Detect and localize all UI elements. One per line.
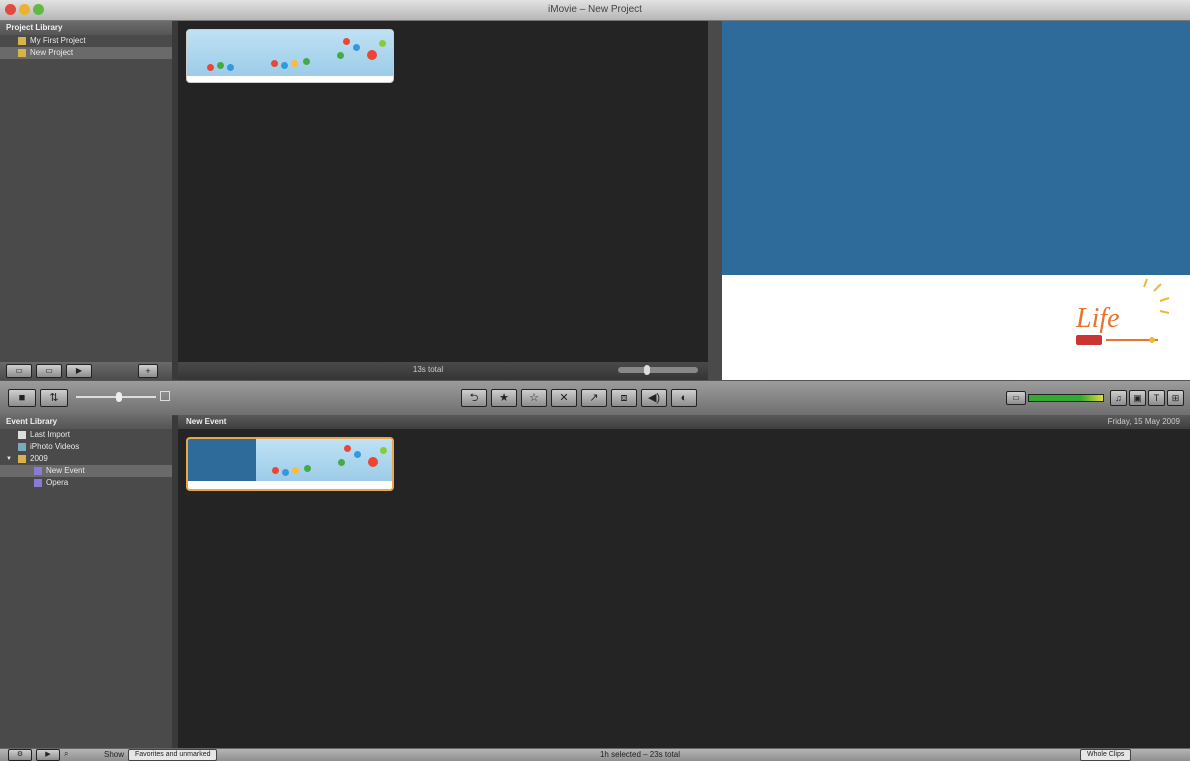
- project-library-footer: ▭ ▭ ▶ +: [0, 362, 172, 380]
- reject-icon[interactable]: ✕: [551, 389, 577, 407]
- window-title: iMovie – New Project: [548, 4, 642, 15]
- event-item-label: New Event: [46, 466, 85, 475]
- clip-frame: [324, 439, 392, 481]
- event-library-header: Event Library: [0, 415, 172, 429]
- project-action-button[interactable]: ▭: [6, 364, 32, 378]
- project-duration: 13s total: [412, 365, 444, 374]
- viewer: Life: [722, 21, 1190, 380]
- bottom-status-bar: ⚙ ▶ ⌕ Show Favorites and unmarked 1h sel…: [0, 748, 1190, 761]
- event-title: New Event: [186, 417, 227, 426]
- project-item-label: My First Project: [30, 36, 86, 45]
- event-clip-strip[interactable]: [186, 437, 394, 491]
- event-item[interactable]: Opera: [0, 477, 172, 489]
- title-browser-icon[interactable]: T: [1148, 390, 1165, 406]
- slider-knob[interactable]: [644, 365, 650, 375]
- life-logo: Life: [1075, 278, 1170, 345]
- camera-import-button[interactable]: ■: [8, 389, 36, 407]
- clip-frame: [256, 439, 325, 481]
- favorite-icon[interactable]: ★: [491, 389, 517, 407]
- project-item[interactable]: New Project: [0, 47, 172, 59]
- show-filter-select[interactable]: Favorites and unmarked: [128, 749, 218, 761]
- event-icon: [34, 466, 42, 475]
- music-browser-icon[interactable]: ♫: [1110, 390, 1127, 406]
- project-item-label: New Project: [30, 48, 74, 57]
- event-browser[interactable]: New Event Friday, 15 May 2009: [178, 415, 1190, 748]
- undo-icon[interactable]: ⮌: [461, 389, 487, 407]
- event-item-label: 2009: [30, 454, 48, 463]
- project-item[interactable]: My First Project: [0, 35, 172, 47]
- zoom-slider[interactable]: [76, 392, 156, 402]
- event-action-button[interactable]: ⚙: [8, 749, 32, 761]
- title-bar: iMovie – New Project: [0, 0, 1190, 21]
- event-icon: [34, 478, 42, 487]
- event-play-button[interactable]: ▶: [36, 749, 60, 761]
- viewer-frame-top: [722, 21, 1190, 275]
- project-library-header: Project Library: [0, 21, 172, 35]
- iphoto-icon: [18, 442, 26, 451]
- inspector-icon[interactable]: ◐: [671, 389, 697, 407]
- search-icon[interactable]: ⌕: [64, 749, 68, 759]
- swap-events-button[interactable]: ⇅: [40, 389, 68, 407]
- main-toolbar: ■ ⇅ ⮌ ★ ☆ ✕ ↗ ⧈ ◀) ◐ ▭ ♫ ▣ T ⊞: [0, 380, 1190, 416]
- project-play-button[interactable]: ▶: [66, 364, 92, 378]
- crop-icon[interactable]: ⧈: [611, 389, 637, 407]
- event-item-label: Last Import: [30, 430, 71, 439]
- clip-frame: [187, 30, 256, 76]
- clip-frame: [188, 439, 257, 481]
- adjust-icon[interactable]: ↗: [581, 389, 607, 407]
- event-item[interactable]: New Event: [0, 465, 172, 477]
- project-browser[interactable]: [178, 21, 708, 362]
- project-browser-footer: 13s total: [178, 362, 708, 380]
- add-project-button[interactable]: +: [138, 364, 158, 378]
- event-date: Friday, 15 May 2009: [1107, 417, 1180, 426]
- event-item[interactable]: Last Import: [0, 429, 172, 441]
- clip-frame: [323, 30, 393, 76]
- large-thumb-icon: [160, 391, 170, 401]
- event-header: New Event Friday, 15 May 2009: [178, 415, 1190, 429]
- event-item[interactable]: iPhoto Videos: [0, 441, 172, 453]
- folder-icon: [18, 454, 26, 463]
- audio-meter-icon: ▭: [1006, 391, 1026, 405]
- event-item-label: Opera: [46, 478, 69, 487]
- audio-icon[interactable]: ◀): [641, 389, 667, 407]
- zoom-slider-knob[interactable]: [116, 392, 122, 402]
- project-film-icon: [18, 48, 26, 57]
- unmark-icon[interactable]: ☆: [521, 389, 547, 407]
- show-label: Show: [104, 750, 125, 759]
- photo-browser-icon[interactable]: ▣: [1129, 390, 1146, 406]
- clip-frame: [255, 30, 324, 76]
- audio-level-meter: [1028, 394, 1104, 402]
- whole-clips-button[interactable]: Whole Clips: [1080, 749, 1132, 761]
- event-library-panel: Event Library Last Import iPhoto Videos ▼ 2…: [0, 415, 172, 748]
- event-summary: 1h selected – 23s total: [599, 750, 681, 759]
- project-view-button[interactable]: ▭: [36, 364, 62, 378]
- transition-browser-icon[interactable]: ⊞: [1167, 390, 1184, 406]
- project-clip-strip[interactable]: [186, 29, 394, 83]
- star-icon: [18, 430, 26, 439]
- event-item[interactable]: ▼ 2009: [0, 453, 172, 465]
- project-list: My First Project New Project: [0, 35, 172, 59]
- project-film-icon: [18, 36, 26, 45]
- panel-divider[interactable]: [708, 21, 722, 380]
- disclosure-triangle-icon[interactable]: ▼: [6, 453, 12, 465]
- event-item-label: iPhoto Videos: [30, 442, 80, 451]
- event-list: Last Import iPhoto Videos ▼ 2009 New Event Op…: [0, 429, 172, 489]
- thumbnail-size-slider[interactable]: [618, 365, 698, 375]
- project-library-panel: Project Library My First Project New Proj…: [0, 21, 172, 362]
- svg-text:Life: Life: [1075, 303, 1120, 334]
